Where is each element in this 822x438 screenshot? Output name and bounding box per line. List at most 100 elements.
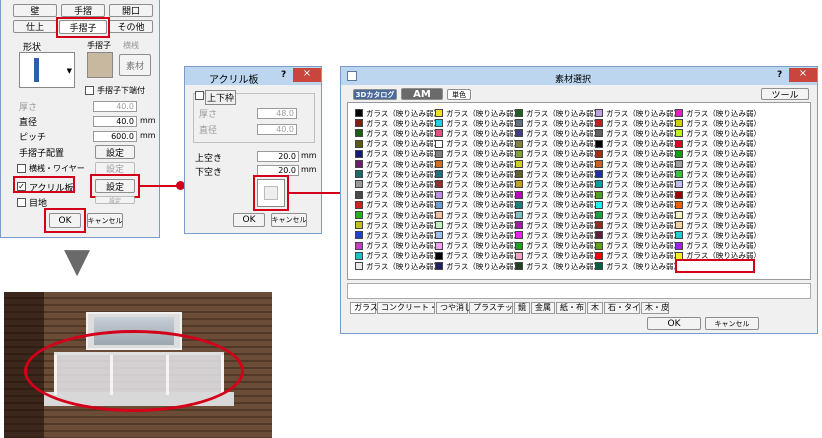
material-item[interactable]: ガラス（映り込み弱）: [435, 230, 521, 240]
material-item[interactable]: ガラス（映り込み弱）: [515, 108, 601, 118]
material-item[interactable]: ガラス（映り込み弱）: [515, 118, 601, 128]
material-item[interactable]: ガラス（映り込み弱）: [675, 118, 761, 128]
category-tab[interactable]: ガラス: [350, 302, 378, 314]
material-item[interactable]: ガラス（映り込み弱）: [515, 230, 601, 240]
material-item[interactable]: ガラス（映り込み弱）: [515, 179, 601, 189]
material-item[interactable]: ガラス（映り込み弱）: [595, 128, 681, 138]
crossbar-wire-checkbox[interactable]: [17, 164, 26, 173]
material-item[interactable]: ガラス（映り込み弱）: [435, 261, 521, 271]
thickness-input[interactable]: 40.0: [93, 101, 137, 112]
material-item[interactable]: ガラス（映り込み弱）: [435, 108, 521, 118]
wall-button[interactable]: 壁: [13, 4, 57, 17]
category-tab[interactable]: 木・皮: [641, 302, 669, 314]
tab-other[interactable]: その他: [109, 20, 153, 33]
material-item[interactable]: ガラス（映り込み弱）: [515, 128, 601, 138]
material-item[interactable]: ガラス（映り込み弱）: [515, 251, 601, 261]
material-item[interactable]: ガラス（映り込み弱）: [435, 128, 521, 138]
material-item[interactable]: ガラス（映り込み弱）: [355, 261, 441, 271]
pitch-input[interactable]: 600.0: [93, 131, 137, 142]
material-item[interactable]: ガラス（映り込み弱）: [355, 118, 441, 128]
material-item[interactable]: ガラス（映り込み弱）: [675, 169, 761, 179]
material-item[interactable]: ガラス（映り込み弱）: [355, 200, 441, 210]
joint-checkbox[interactable]: [17, 198, 26, 207]
material-item[interactable]: ガラス（映り込み弱）: [675, 230, 761, 240]
material-cancel-button[interactable]: キャンセル: [705, 317, 759, 330]
frame-checkbox[interactable]: [195, 91, 204, 100]
material-item[interactable]: ガラス（映り込み弱）: [675, 241, 761, 251]
diameter-input[interactable]: 40.0: [93, 116, 137, 127]
material-item[interactable]: ガラス（映り込み弱）: [355, 251, 441, 261]
material-item[interactable]: ガラス（映り込み弱）: [675, 108, 761, 118]
cancel-button[interactable]: キャンセル: [87, 213, 123, 228]
material-item[interactable]: ガラス（映り込み弱）: [355, 139, 441, 149]
material-item[interactable]: ガラス（映り込み弱）: [355, 230, 441, 240]
baluster-material-swatch[interactable]: [87, 52, 113, 78]
shape-dropdown-arrow[interactable]: ▼: [67, 67, 72, 75]
material-item[interactable]: ガラス（映り込み弱）: [515, 261, 601, 271]
category-tab[interactable]: 木: [587, 302, 603, 314]
material-item[interactable]: ガラス（映り込み弱）: [595, 200, 681, 210]
material-item[interactable]: ガラス（映り込み弱）: [515, 190, 601, 200]
joint-settings-button[interactable]: 設定: [95, 196, 135, 204]
category-tab[interactable]: 金属: [531, 302, 555, 314]
material-item[interactable]: ガラス（映り込み弱）: [515, 149, 601, 159]
material-item[interactable]: ガラス（映り込み弱）: [355, 241, 441, 251]
material-item[interactable]: ガラス（映り込み弱）: [675, 220, 761, 230]
material-item[interactable]: ガラス（映り込み弱）: [435, 169, 521, 179]
material-item[interactable]: ガラス（映り込み弱）: [515, 159, 601, 169]
frame-thickness-input[interactable]: 48.0: [257, 108, 297, 119]
material-item[interactable]: ガラス（映り込み弱）: [515, 241, 601, 251]
material-item[interactable]: ガラス（映り込み弱）: [595, 190, 681, 200]
material-item[interactable]: ガラス（映り込み弱）: [515, 210, 601, 220]
material-item[interactable]: ガラス（映り込み弱）: [675, 139, 761, 149]
material-item[interactable]: ガラス（映り込み弱）: [435, 179, 521, 189]
close-icon[interactable]: ×: [293, 68, 321, 82]
material-item[interactable]: ガラス（映り込み弱）: [675, 200, 761, 210]
material-item[interactable]: ガラス（映り込み弱）: [595, 251, 681, 261]
material-item[interactable]: ガラス（映り込み弱）: [595, 220, 681, 230]
material-ok-button[interactable]: OK: [647, 317, 701, 330]
material-item[interactable]: ガラス（映り込み弱）: [435, 241, 521, 251]
category-tab[interactable]: 石・タイル: [604, 302, 648, 314]
material-item[interactable]: ガラス（映り込み弱）: [355, 169, 441, 179]
material-item[interactable]: ガラス（映り込み弱）: [435, 159, 521, 169]
material-item[interactable]: ガラス（映り込み弱）: [435, 149, 521, 159]
material-item[interactable]: ガラス（映り込み弱）: [595, 261, 681, 271]
acrylic-cancel-button[interactable]: キャンセル: [271, 213, 307, 227]
placement-settings-button[interactable]: 設定: [95, 145, 135, 159]
material-item[interactable]: ガラス（映り込み弱）: [355, 220, 441, 230]
material-item[interactable]: ガラス（映り込み弱）: [355, 179, 441, 189]
tab-finish[interactable]: 仕上: [13, 20, 57, 33]
material-item[interactable]: ガラス（映り込み弱）: [675, 159, 761, 169]
material-item[interactable]: ガラス（映り込み弱）: [355, 108, 441, 118]
acrylic-ok-button[interactable]: OK: [233, 213, 265, 227]
under-end-checkbox[interactable]: [85, 86, 94, 95]
material-item[interactable]: ガラス（映り込み弱）: [355, 128, 441, 138]
material-item[interactable]: ガラス（映り込み弱）: [355, 190, 441, 200]
shape-preview[interactable]: ▼: [19, 52, 75, 88]
material-button[interactable]: 素材: [119, 54, 151, 76]
material-item[interactable]: ガラス（映り込み弱）: [515, 169, 601, 179]
material-item[interactable]: ガラス（映り込み弱）: [435, 210, 521, 220]
top-gap-input[interactable]: 20.0: [257, 151, 299, 162]
material-item[interactable]: ガラス（映り込み弱）: [595, 118, 681, 128]
material-item[interactable]: ガラス（映り込み弱）: [435, 190, 521, 200]
material-item[interactable]: ガラス（映り込み弱）: [595, 210, 681, 220]
material-item[interactable]: ガラス（映り込み弱）: [595, 169, 681, 179]
material-item[interactable]: ガラス（映り込み弱）: [435, 139, 521, 149]
frame-diameter-input[interactable]: 40.0: [257, 124, 297, 135]
material-item[interactable]: ガラス（映り込み弱）: [675, 179, 761, 189]
material-item[interactable]: ガラス（映り込み弱）: [595, 159, 681, 169]
material-item[interactable]: ガラス（映り込み弱）: [675, 149, 761, 159]
material-item[interactable]: ガラス（映り込み弱）: [675, 210, 761, 220]
material-item[interactable]: ガラス（映り込み弱）: [515, 200, 601, 210]
material-item[interactable]: ガラス（映り込み弱）: [595, 179, 681, 189]
material-item[interactable]: ガラス（映り込み弱）: [595, 108, 681, 118]
category-tab[interactable]: つや消し: [436, 302, 472, 314]
material-item[interactable]: ガラス（映り込み弱）: [435, 220, 521, 230]
material-item[interactable]: ガラス（映り込み弱）: [355, 159, 441, 169]
material-item[interactable]: ガラス（映り込み弱）: [435, 200, 521, 210]
material-item[interactable]: ガラス（映り込み弱）: [595, 230, 681, 240]
category-tab[interactable]: 鏡: [514, 302, 530, 314]
material-item[interactable]: ガラス（映り込み弱）: [515, 139, 601, 149]
